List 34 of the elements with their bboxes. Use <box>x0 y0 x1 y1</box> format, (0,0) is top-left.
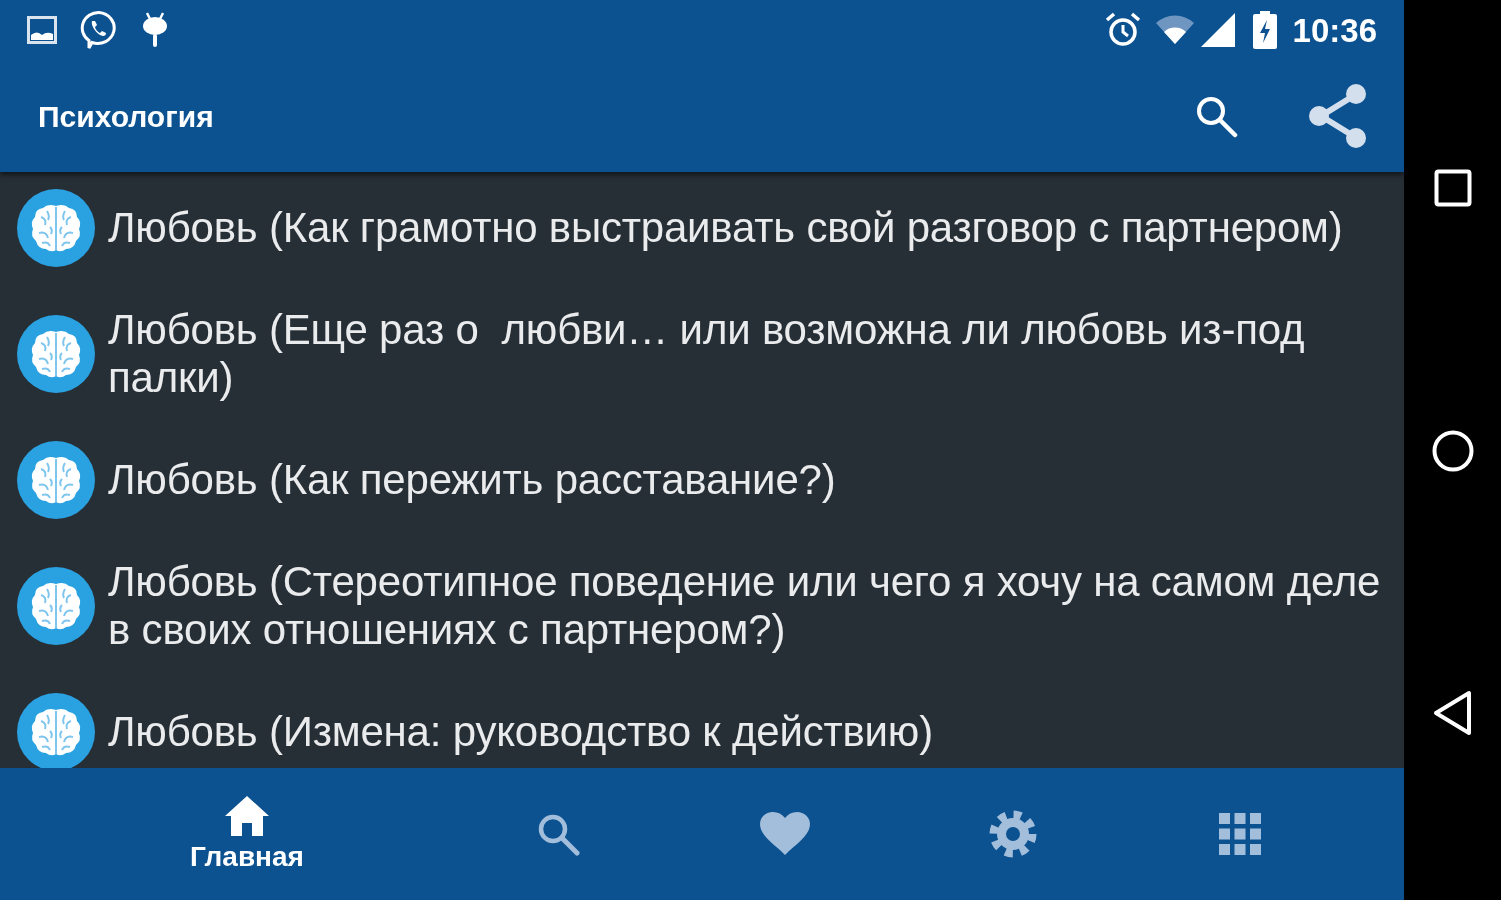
search-icon <box>1194 94 1238 138</box>
image-icon <box>27 16 57 44</box>
brain-icon <box>17 693 95 768</box>
home-icon <box>223 794 271 838</box>
circle-icon <box>1431 430 1474 472</box>
brain-icon <box>17 315 95 393</box>
triangle-icon <box>1432 690 1473 736</box>
phone-bubble-icon <box>80 10 118 50</box>
brain-icon <box>17 441 95 519</box>
list-item-title: Любовь (Еще раз о любви… или возможна ли любовь из-под палки) <box>108 306 1306 402</box>
robot-icon <box>142 11 168 49</box>
heart-icon <box>760 812 811 856</box>
alarm-clock-icon <box>1104 12 1141 48</box>
status-time: 10:36 <box>1292 13 1377 47</box>
list-item-title: Любовь (Как пережить расставание?) <box>108 456 836 504</box>
square-icon <box>1433 169 1472 207</box>
signal-icon <box>1200 13 1235 47</box>
list-item-title: Любовь (Как грамотно выстраивать свой разговор с партнером) <box>108 204 1343 252</box>
bottom-nav-tab[interactable]: Главная <box>50 768 444 900</box>
wifi-icon <box>1154 15 1195 45</box>
grid-icon <box>1219 813 1262 855</box>
app-title: Психология <box>38 98 214 135</box>
list-item[interactable]: Любовь (Еще раз о любви… или возможна ли любовь из-под палки) <box>0 291 1404 417</box>
list-item[interactable]: Любовь (Стереотипное поведение или чего я хочу на самом деле в своих отношениях с партнером?) <box>0 543 1404 669</box>
list-item[interactable]: Любовь (Измена: руководство к действию) <box>0 669 1404 768</box>
share-icon <box>1307 83 1367 149</box>
list-item[interactable]: Любовь (Как пережить расставание?) <box>0 417 1404 543</box>
settings-icon <box>988 810 1037 858</box>
list-item-title: Любовь (Измена: руководство к действию) <box>108 708 933 756</box>
list-item[interactable]: Любовь (Как грамотно выстраивать свой разговор с партнером) <box>0 172 1404 291</box>
battery-charging-icon <box>1252 11 1277 49</box>
brain-icon <box>17 567 95 645</box>
list-item-title: Любовь (Стереотипное поведение или чего я хочу на самом деле в своих отношениях с партнером?) <box>108 558 1382 654</box>
brain-icon <box>17 189 95 267</box>
